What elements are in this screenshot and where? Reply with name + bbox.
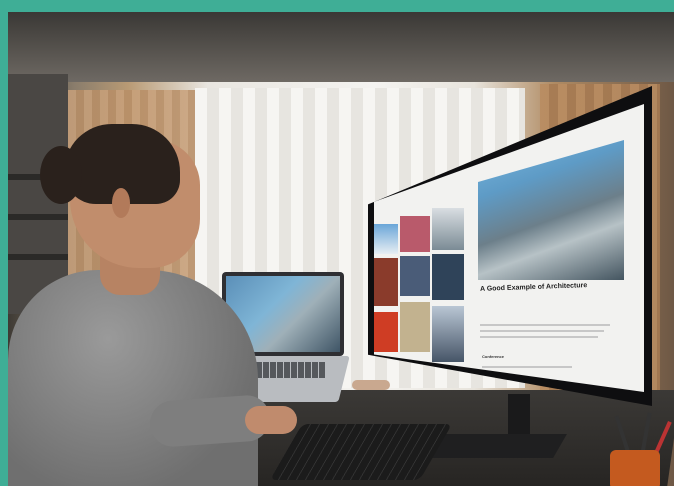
gallery-thumbnail <box>374 312 398 352</box>
mouse <box>352 380 390 390</box>
hair-bun <box>40 146 82 204</box>
shelf-board <box>8 214 68 220</box>
photo-frame: A Good Example of Architecture Conferenc… <box>0 0 674 486</box>
screen-subheading: Conference <box>482 354 505 359</box>
pencil-cup <box>610 450 660 486</box>
gallery-thumbnail <box>432 254 464 300</box>
gallery-thumbnail <box>400 216 430 252</box>
gallery-thumbnail <box>374 258 398 306</box>
text-line <box>480 336 598 338</box>
gallery-thumbnail <box>432 306 464 362</box>
top-border <box>0 0 674 12</box>
text-line <box>480 324 610 326</box>
gallery-thumbnail <box>400 256 430 296</box>
left-border <box>0 0 8 486</box>
ceiling <box>8 12 674 82</box>
gallery-thumbnail <box>432 208 464 250</box>
person-hand <box>245 406 297 434</box>
person-ear <box>112 188 130 218</box>
gallery-thumbnail <box>374 224 398 254</box>
text-line <box>482 366 572 368</box>
text-line <box>480 330 604 332</box>
person-sweater <box>8 270 258 486</box>
gallery-thumbnail <box>400 302 430 352</box>
shelf-board <box>8 254 68 260</box>
